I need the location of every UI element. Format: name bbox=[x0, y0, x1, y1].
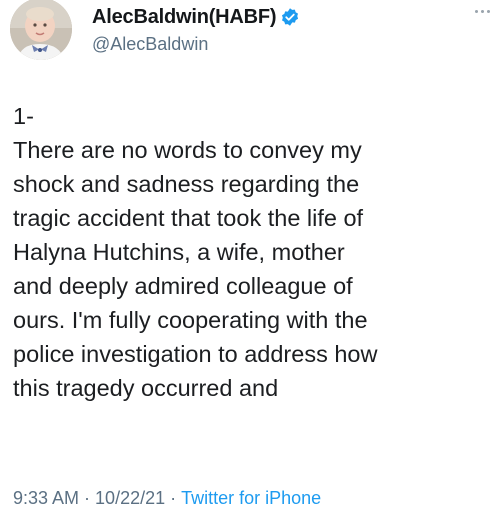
tweet-text-line: shock and sadness regarding the bbox=[13, 171, 360, 197]
avatar[interactable] bbox=[10, 0, 72, 60]
tweet-text-line: ours. I'm fully cooperating with the bbox=[13, 307, 368, 333]
display-name[interactable]: AlecBaldwin(HABF) bbox=[92, 6, 277, 29]
tweet-text-line: tragic accident that took the life of bbox=[13, 205, 364, 231]
avatar-photo-icon bbox=[10, 0, 72, 60]
more-options-icon[interactable] bbox=[470, 8, 490, 14]
tweet-meta: 9:33 AM · 10/22/21 · Twitter for iPhone bbox=[13, 488, 321, 509]
tweet-text-line: police investigation to address how bbox=[13, 341, 378, 367]
tweet-text-line: this tragedy occurred and bbox=[13, 375, 279, 401]
tweet-text-line: There are no words to convey my bbox=[13, 137, 362, 163]
meta-separator: · bbox=[170, 488, 177, 508]
tweet-text-line: Halyna Hutchins, a wife, mother bbox=[13, 239, 345, 265]
verified-badge-icon bbox=[280, 7, 300, 27]
meta-separator: · bbox=[84, 488, 91, 508]
tweet-time[interactable]: 9:33 AM bbox=[13, 488, 79, 508]
user-info: AlecBaldwin(HABF) @AlecBaldwin bbox=[92, 4, 460, 55]
tweet-source-link[interactable]: Twitter for iPhone bbox=[181, 488, 321, 508]
display-name-row: AlecBaldwin(HABF) bbox=[92, 4, 460, 30]
user-handle[interactable]: @AlecBaldwin bbox=[92, 34, 460, 55]
tweet-text-line: and deeply admired colleague of bbox=[13, 273, 353, 299]
tweet-date[interactable]: 10/22/21 bbox=[95, 488, 165, 508]
tweet-text-line: 1- bbox=[13, 103, 34, 129]
tweet-card: AlecBaldwin(HABF) @AlecBaldwin 1- There … bbox=[0, 0, 500, 519]
tweet-text: 1- There are no words to convey my shock… bbox=[13, 99, 491, 405]
